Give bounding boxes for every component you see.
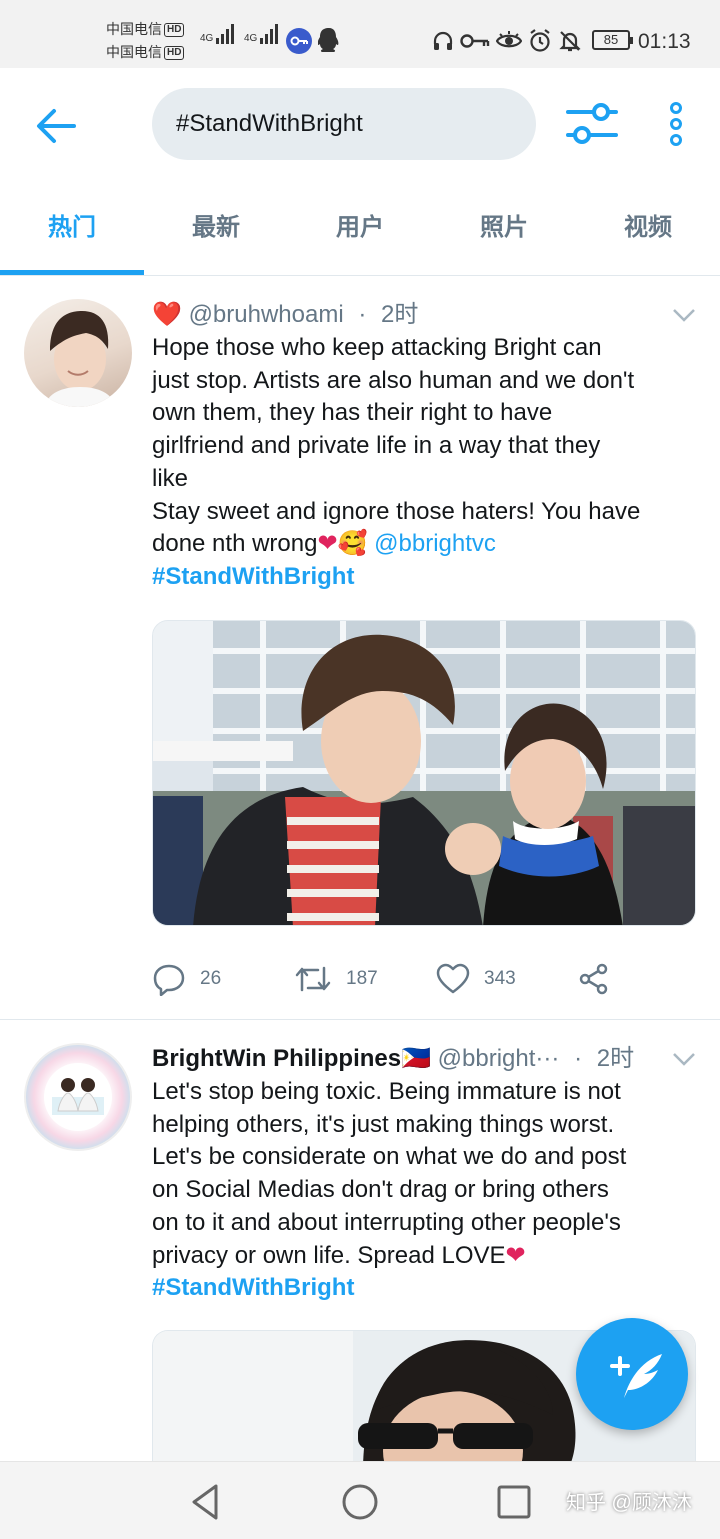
avatar[interactable] [24,1043,132,1151]
carrier-2: 中国电信 HD [106,43,185,61]
reply-count: 26 [200,968,222,989]
nav-home-icon[interactable] [340,1482,380,1522]
battery-indicator: 85 [592,30,633,50]
tweet-line: on to it and about interrupting other pe… [152,1208,621,1236]
retweet-count: 187 [346,968,378,989]
like-count: 343 [484,968,516,989]
emoji: ❤🥰 [317,530,368,558]
status-bar: 中国电信 HD 中国电信 HD 4G 4G 85 01:13 [0,0,720,68]
tweet-actions: 26 187 343 [152,959,672,999]
tweet-line-text: done nth wrong [152,530,318,558]
tweet-line: helping others, it's just making things … [152,1110,615,1138]
tab-top[interactable]: 热门 [0,180,144,275]
chevron-down-icon[interactable] [672,1051,696,1067]
tweet-line: Let's be considerate on what we do and p… [152,1143,627,1171]
signal-1-icon: 4G [200,24,235,44]
tweet-line-text: privacy or own life. Spread LOVE [152,1241,506,1269]
tweet-author-name[interactable]: BrightWin Philippines🇵🇭 [152,1045,431,1072]
search-input[interactable]: #StandWithBright [152,88,536,160]
qq-icon [318,28,339,52]
signal-2-icon: 4G [244,24,279,44]
more-vertical-icon[interactable] [664,100,688,148]
tweet-line: privacy or own life. Spread LOVE❤ [152,1240,697,1273]
retweet-button[interactable]: 187 [294,959,378,999]
tweet-text: Hope those who keep attacking Bright can… [152,332,697,594]
tab-photos[interactable]: 照片 [432,180,576,275]
retweet-icon [295,966,331,992]
tweet-line: Hope those who keep attacking Bright can [152,334,602,361]
status-clock: 01:13 [638,30,691,53]
tweet-author-name[interactable]: ❤️ [152,301,182,328]
share-button[interactable] [578,959,610,999]
watermark: 知乎 @顾沐沐 [566,1492,692,1514]
share-icon [579,963,608,995]
tweet-line: done nth wrong❤🥰 @bbrightvc [152,528,697,561]
avatar[interactable] [24,299,132,407]
tweet[interactable]: ❤️ @bruhwhoami · 2时 Hope those who keep … [0,277,720,1020]
tab-latest[interactable]: 最新 [144,180,288,275]
tweet-line: Stay sweet and ignore those haters! You … [152,497,641,525]
compose-tweet-button[interactable] [576,1318,688,1430]
tab-people[interactable]: 用户 [288,180,432,275]
tweet-line: own them, they has their right to have [152,399,553,427]
tweet-line: just stop. Artists are also human and we… [152,366,635,394]
nav-recents-icon[interactable] [494,1482,534,1522]
search-tabs: 热门 最新 用户 照片 视频 [0,180,720,276]
nav-back-icon[interactable] [186,1482,226,1522]
hashtag-link[interactable]: #StandWithBright [152,1274,354,1301]
chevron-down-icon[interactable] [672,307,696,323]
tweet-text: Let's stop being toxic. Being immature i… [152,1076,697,1305]
sliders-icon[interactable] [566,102,618,146]
mute-icon [559,31,581,52]
eye-icon [496,31,522,48]
reply-icon [153,964,185,996]
tweet-line: on Social Medias don't drag or bring oth… [152,1176,609,1204]
emoji: ❤ [505,1241,526,1269]
reply-button[interactable]: 26 [152,959,221,999]
system-nav-bar: 知乎 @顾沐沐 [0,1461,720,1539]
compose-tweet-icon [610,1354,662,1398]
tweet-line: like [152,464,189,492]
headphones-icon [433,31,453,50]
separator-dot: · [358,301,367,328]
heart-icon [436,963,470,994]
tweet-photo[interactable] [152,620,696,926]
mention-link[interactable]: @bbrightvc [374,530,496,557]
alarm-icon [530,29,550,52]
tweet-line: Let's stop being toxic. Being immature i… [152,1078,621,1105]
tweet-time: 2时 [381,301,419,328]
vpn-key-icon [286,28,312,54]
tab-videos[interactable]: 视频 [576,180,720,275]
tweet-line: girlfriend and private life in a way tha… [152,432,601,460]
tweet-handle[interactable]: @bruhwhoami [189,301,344,328]
key-icon [460,34,490,48]
tweet-header: ❤️ @bruhwhoami · 2时 [152,299,672,331]
carrier-1: 中国电信 HD [106,20,185,38]
hashtag-link[interactable]: #StandWithBright [152,563,354,590]
tweet-header: BrightWin Philippines🇵🇭 @bbright··· · 2时 [152,1043,672,1075]
separator-dot: · [574,1045,583,1072]
search-header: #StandWithBright [0,68,720,180]
tweet-time: 2时 [596,1045,635,1072]
like-button[interactable]: 343 [436,959,516,999]
arrow-left-icon[interactable] [34,106,78,146]
tweet-handle[interactable]: @bbright··· [438,1045,560,1072]
